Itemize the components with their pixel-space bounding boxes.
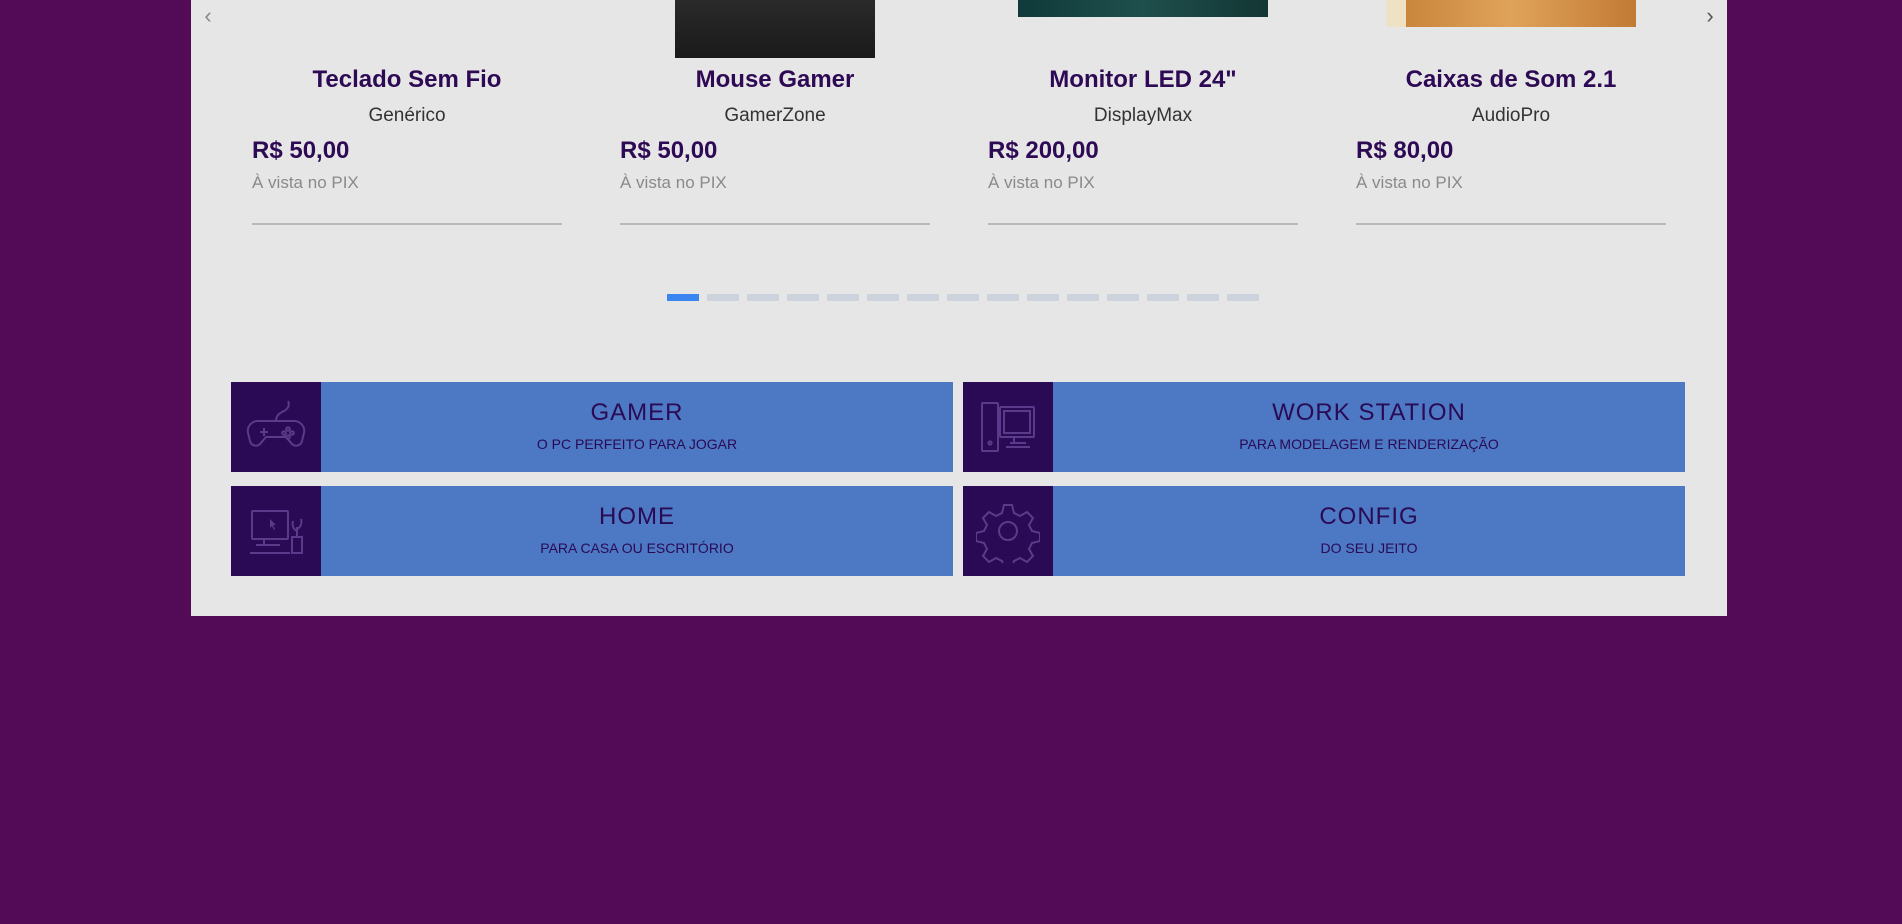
carousel-dot[interactable] [747, 294, 779, 301]
carousel-dot[interactable] [987, 294, 1019, 301]
product-payment-note: À vista no PIX [1356, 173, 1463, 192]
category-work-station[interactable]: WORK STATION PARA MODELAGEM E RENDERIZAÇ… [963, 382, 1685, 472]
category-gamer[interactable]: GAMER O PC PERFEITO PARA JOGAR [231, 382, 953, 472]
product-name[interactable]: Teclado Sem Fio [252, 66, 562, 94]
chevron-right-icon: › [1706, 3, 1714, 28]
carousel-dot[interactable] [1107, 294, 1139, 301]
category-title: GAMER [590, 399, 684, 426]
product-price: R$ 50,00 [252, 137, 350, 164]
category-title: HOME [599, 503, 675, 530]
product-brand: AudioPro [1471, 105, 1551, 126]
carousel-dot[interactable] [707, 294, 739, 301]
gear-icon [976, 504, 1040, 563]
product-divider [988, 223, 1298, 225]
category-config[interactable]: CONFIG DO SEU JEITO [963, 486, 1685, 576]
product-divider [252, 223, 562, 225]
carousel-dot[interactable] [787, 294, 819, 301]
content-panel: ‹ › Teclado Sem Fio Genérico R$ 50,00 À … [191, 0, 1727, 616]
carousel-dot[interactable] [827, 294, 859, 301]
product-image[interactable] [675, 0, 875, 58]
product-payment-note: À vista no PIX [988, 173, 1095, 192]
product-divider [620, 223, 930, 225]
product-image[interactable] [1018, 0, 1268, 17]
product-card[interactable]: Monitor LED 24" DisplayMax R$ 200,00 À v… [988, 0, 1298, 226]
category-home[interactable]: HOME PARA CASA OU ESCRITÓRIO [231, 486, 953, 576]
product-payment-note: À vista no PIX [252, 173, 359, 192]
carousel-pagination [667, 294, 1259, 302]
carousel-dot[interactable] [867, 294, 899, 301]
carousel-dot[interactable] [1067, 294, 1099, 301]
carousel-dot[interactable] [1227, 294, 1259, 301]
category-icon-box [231, 382, 321, 472]
gamepad-icon [246, 400, 306, 447]
product-brand: DisplayMax [1093, 105, 1193, 126]
category-title: WORK STATION [1272, 399, 1466, 426]
product-price: R$ 80,00 [1356, 137, 1454, 164]
desktop-computer-icon [981, 402, 1035, 452]
carousel-dot[interactable] [1147, 294, 1179, 301]
product-payment-note: À vista no PIX [620, 173, 727, 192]
chevron-left-icon: ‹ [204, 3, 212, 28]
carousel-dot[interactable] [907, 294, 939, 301]
product-name[interactable]: Mouse Gamer [620, 66, 930, 94]
category-subtitle: PARA MODELAGEM E RENDERIZAÇÃO [1239, 436, 1499, 452]
product-price: R$ 50,00 [620, 137, 718, 164]
product-name[interactable]: Caixas de Som 2.1 [1356, 66, 1666, 94]
category-icon-box [231, 486, 321, 576]
category-title: CONFIG [1319, 503, 1419, 530]
product-name[interactable]: Monitor LED 24" [988, 66, 1298, 94]
category-icon-box [963, 382, 1053, 472]
product-card[interactable]: Teclado Sem Fio Genérico R$ 50,00 À vist… [252, 0, 562, 226]
product-card[interactable]: Mouse Gamer GamerZone R$ 50,00 À vista n… [620, 0, 930, 226]
carousel-dot[interactable] [667, 294, 699, 301]
category-subtitle: DO SEU JEITO [1320, 540, 1418, 556]
product-brand: Genérico [368, 105, 446, 126]
carousel-next-button[interactable]: › [1698, 4, 1722, 28]
product-brand: GamerZone [724, 105, 826, 126]
category-subtitle: O PC PERFEITO PARA JOGAR [536, 436, 738, 452]
product-card[interactable]: Caixas de Som 2.1 AudioPro R$ 80,00 À vi… [1356, 0, 1666, 226]
carousel-dot[interactable] [1027, 294, 1059, 301]
home-desk-icon [250, 510, 303, 554]
product-divider [1356, 223, 1666, 225]
carousel-dot[interactable] [947, 294, 979, 301]
category-subtitle: PARA CASA OU ESCRITÓRIO [540, 540, 734, 556]
category-icon-box [963, 486, 1053, 576]
carousel-prev-button[interactable]: ‹ [196, 4, 220, 28]
carousel-dot[interactable] [1187, 294, 1219, 301]
product-image[interactable] [1386, 0, 1636, 27]
product-price: R$ 200,00 [988, 137, 1099, 164]
